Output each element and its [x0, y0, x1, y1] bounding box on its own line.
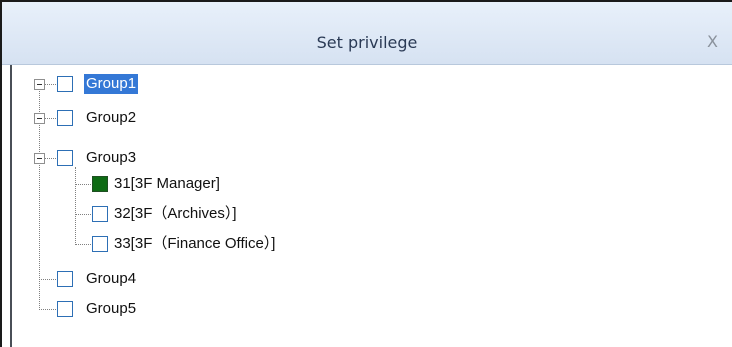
group4-checkbox[interactable] — [57, 271, 73, 287]
tree-connector — [75, 167, 76, 245]
group3-label[interactable]: Group3 — [84, 148, 138, 168]
title-bar: Set privilege X — [2, 2, 732, 65]
collapse-icon[interactable] — [34, 113, 45, 124]
tree-connector — [45, 84, 56, 85]
group1-label[interactable]: Group1 — [84, 74, 139, 94]
group1-checkbox[interactable] — [57, 76, 73, 92]
group2-label[interactable]: Group2 — [84, 108, 138, 128]
member-33-checkbox[interactable] — [92, 236, 108, 252]
member-31-label[interactable]: 31[3F Manager] — [112, 174, 222, 194]
member-32-checkbox[interactable] — [92, 206, 108, 222]
tree-connector — [39, 309, 56, 310]
tree-connector — [75, 184, 91, 185]
member-31-checkbox[interactable] — [92, 176, 108, 192]
tree-connector — [75, 214, 91, 215]
tree-connector — [45, 158, 56, 159]
privilege-tree-panel: Group1 Group2 Group3 31[3F Manager] 32[3… — [10, 65, 732, 347]
set-privilege-dialog: Set privilege X Group1 Group2 Group3 31[… — [0, 0, 732, 347]
dialog-title: Set privilege — [316, 33, 418, 52]
close-icon[interactable]: X — [707, 32, 718, 51]
privilege-tree: Group1 Group2 Group3 31[3F Manager] 32[3… — [12, 65, 612, 345]
collapse-icon[interactable] — [34, 79, 45, 90]
tree-connector — [75, 244, 91, 245]
group2-checkbox[interactable] — [57, 110, 73, 126]
member-33-label[interactable]: 33[3F（Finance Office）] — [112, 234, 277, 254]
tree-connector — [45, 118, 56, 119]
group5-label[interactable]: Group5 — [84, 299, 138, 319]
tree-connector — [39, 279, 56, 280]
group3-checkbox[interactable] — [57, 150, 73, 166]
group5-checkbox[interactable] — [57, 301, 73, 317]
collapse-icon[interactable] — [34, 153, 45, 164]
member-32-label[interactable]: 32[3F（Archives）] — [112, 204, 239, 224]
group4-label[interactable]: Group4 — [84, 269, 138, 289]
